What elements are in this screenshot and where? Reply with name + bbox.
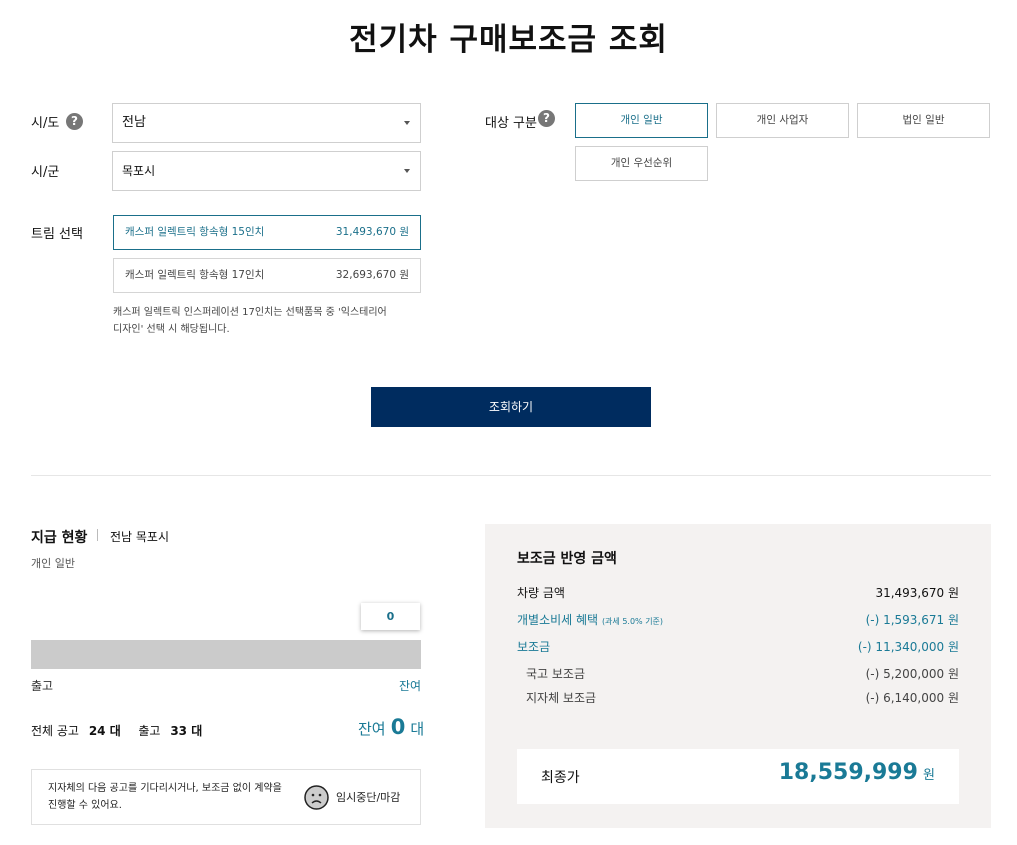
target-label: 대상 구분 xyxy=(485,116,537,131)
trim-option-17[interactable]: 캐스퍼 일렉트릭 항속형 17인치 32,693,670 원 xyxy=(113,258,421,293)
status-region: 전남 목포시 xyxy=(110,530,170,544)
search-button[interactable]: 조회하기 xyxy=(371,387,651,427)
final-unit: 원 xyxy=(923,768,935,783)
sido-select[interactable]: 전남 xyxy=(112,103,421,143)
help-icon[interactable]: ? xyxy=(66,113,83,130)
local-label: 지자체 보조금 xyxy=(526,691,597,705)
vehicle-value: 31,493,670 원 xyxy=(875,586,959,600)
subsidy-value: (-) 11,340,000 원 xyxy=(857,640,959,654)
status-title: 지급 현황 xyxy=(31,530,88,546)
sido-value: 전남 xyxy=(122,115,146,130)
trim-label: 트림 선택 xyxy=(31,227,83,242)
final-price-box: 최종가 18,559,999 원 xyxy=(517,749,959,804)
trim-name: 캐스퍼 일렉트릭 항속형 17인치 xyxy=(125,269,265,281)
sad-face-icon xyxy=(304,785,329,810)
trim-note-line: 디자인' 선택 시 해당됩니다. xyxy=(113,324,230,335)
trim-price: 32,693,670 원 xyxy=(335,269,409,281)
remaining-bubble: 0 xyxy=(361,603,420,630)
trim-note: 캐스퍼 일렉트릭 인스퍼레이션 17인치는 선택품목 중 '익스테리어 디자인'… xyxy=(113,304,423,338)
notice-line: 진행할 수 있어요. xyxy=(48,800,122,811)
suspend-label: 임시중단/마감 xyxy=(336,791,401,804)
remaining-value: 0 xyxy=(390,715,406,739)
remaining-label: 잔여 xyxy=(358,720,386,738)
national-label: 국고 보조금 xyxy=(526,667,586,681)
vehicle-label: 차량 금액 xyxy=(517,586,565,600)
target-option-priority[interactable]: 개인 우선순위 xyxy=(575,146,708,181)
total-value: 24 대 xyxy=(88,724,121,738)
status-category: 개인 일반 xyxy=(31,557,75,570)
total-label: 전체 공고 xyxy=(31,724,79,738)
trim-note-line: 캐스퍼 일렉트릭 인스퍼레이션 17인치는 선택품목 중 '익스테리어 xyxy=(113,307,387,318)
tax-value: (-) 1,593,671 원 xyxy=(865,613,959,627)
bar-right-label: 잔여 xyxy=(399,679,422,693)
chevron-down-icon xyxy=(404,121,410,125)
sigun-value: 목포시 xyxy=(122,164,156,178)
target-option-business[interactable]: 개인 사업자 xyxy=(716,103,849,138)
trim-price: 31,493,670 원 xyxy=(335,226,409,238)
target-option-personal[interactable]: 개인 일반 xyxy=(575,103,708,138)
divider xyxy=(31,475,991,476)
title-separator xyxy=(97,529,98,541)
national-value: (-) 5,200,000 원 xyxy=(865,667,959,681)
sigun-label: 시/군 xyxy=(31,165,60,180)
trim-name: 캐스퍼 일렉트릭 항속형 15인치 xyxy=(125,226,265,238)
local-value: (-) 6,140,000 원 xyxy=(865,691,959,705)
sido-label: 시/도 xyxy=(31,116,60,131)
notice-text: 지자체의 다음 공고를 기다리시거나, 보조금 없이 계약을 진행할 수 있어요… xyxy=(48,780,282,814)
remaining-unit: 대 xyxy=(410,720,425,738)
notice-line: 지자체의 다음 공고를 기다리시거나, 보조금 없이 계약을 xyxy=(48,783,282,794)
final-price: 18,559,999 원 xyxy=(779,760,935,785)
summary-title: 보조금 반영 금액 xyxy=(517,551,617,567)
remaining-summary: 잔여 0 대 xyxy=(358,715,424,739)
progress-bar xyxy=(31,640,421,669)
tax-benefit: 개별소비세 혜택 (과세 5.0% 기준) xyxy=(517,611,663,628)
tax-label: 개별소비세 혜택 xyxy=(517,613,599,627)
chevron-down-icon xyxy=(404,169,410,173)
tax-note: (과세 5.0% 기준) xyxy=(601,617,664,626)
page-title: 전기차 구매보조금 조회 xyxy=(349,22,668,58)
notice-box: 지자체의 다음 공고를 기다리시거나, 보조금 없이 계약을 진행할 수 있어요… xyxy=(31,769,421,825)
subsidy-label: 보조금 xyxy=(517,640,551,654)
help-icon[interactable]: ? xyxy=(538,110,555,127)
released-label: 출고 xyxy=(138,724,161,738)
status-counts: 전체 공고 24 대 출고 33 대 xyxy=(31,722,202,739)
trim-option-15[interactable]: 캐스퍼 일렉트릭 항속형 15인치 31,493,670 원 xyxy=(113,215,421,250)
sigun-select[interactable]: 목포시 xyxy=(112,151,421,191)
final-value: 18,559,999 xyxy=(778,760,918,785)
released-value: 33 대 xyxy=(170,724,203,738)
final-label: 최종가 xyxy=(541,770,580,786)
target-option-corporate[interactable]: 법인 일반 xyxy=(857,103,990,138)
bar-left-label: 출고 xyxy=(31,679,54,693)
